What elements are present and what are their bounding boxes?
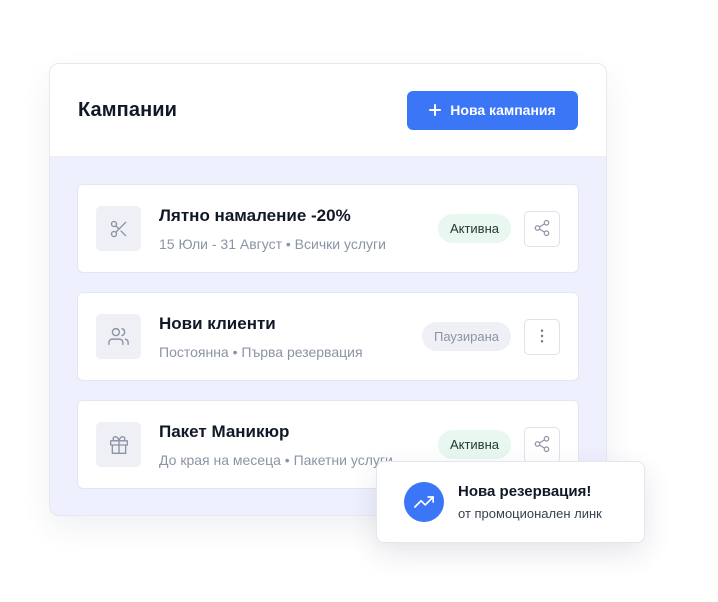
status-badge: Активна [437,430,511,459]
users-icon [96,314,141,359]
campaign-subtitle: До края на месеца • Пакетни услуги [159,452,393,468]
more-options-button[interactable] [524,319,560,355]
campaign-card[interactable]: Нови клиенти Постоянна • Първа резерваци… [77,292,579,381]
share-icon [533,219,551,240]
campaign-card[interactable]: Лятно намаление -20% 15 Юли - 31 Август … [77,184,579,273]
plus-icon [429,104,442,116]
trending-up-icon [404,482,444,522]
new-campaign-button[interactable]: Нова кампания [407,90,578,130]
campaign-title: Пакет Маникюр [159,422,290,441]
campaign-list: Лятно намаление -20% 15 Юли - 31 Август … [50,157,606,489]
share-button[interactable] [524,211,560,247]
share-icon [533,435,551,456]
toast-subtitle: от промоционален линк [458,506,602,521]
campaign-subtitle: 15 Юли - 31 Август • Всички услуги [159,236,386,252]
status-badge: Активна [437,214,511,243]
new-campaign-button-label: Нова кампания [450,102,556,118]
campaign-title: Нови клиенти [159,314,276,333]
panel-header: Кампании Нова кампания [50,64,606,157]
status-badge: Паузирана [421,322,511,351]
campaigns-panel: Кампании Нова кампания Лятно намаление -… [49,63,607,516]
campaign-title: Лятно намаление -20% [159,206,351,225]
campaign-subtitle: Постоянна • Първа резервация [159,344,363,360]
more-vertical-icon [533,327,551,348]
gift-icon [96,422,141,467]
toast-title: Нова резервация! [458,483,592,500]
toast-text: Нова резервация! от промоционален линк [458,483,602,521]
scissors-icon [96,206,141,251]
share-button[interactable] [524,427,560,463]
page-title: Кампании [78,98,178,121]
notification-toast[interactable]: Нова резервация! от промоционален линк [376,461,645,543]
